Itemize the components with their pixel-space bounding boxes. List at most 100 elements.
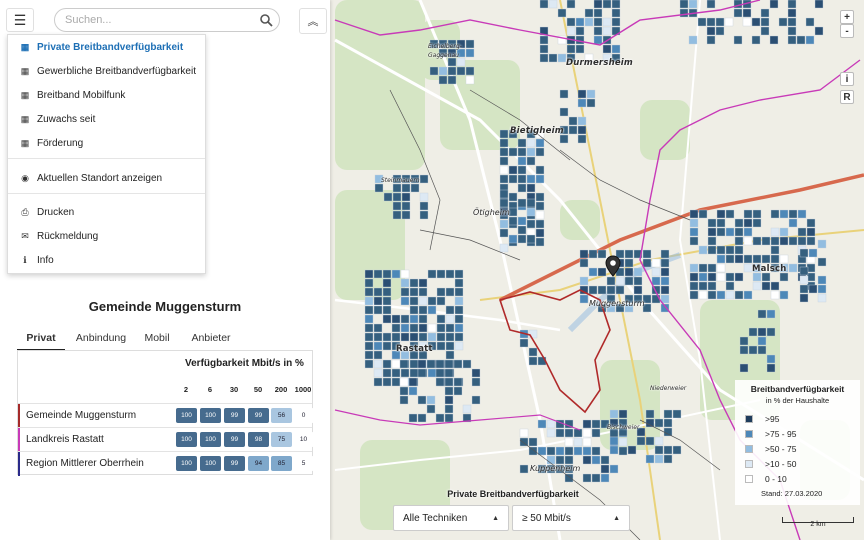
coverage-cell bbox=[761, 281, 771, 291]
coverage-cell bbox=[593, 35, 603, 45]
coverage-cell bbox=[399, 359, 409, 369]
search-input[interactable] bbox=[54, 8, 280, 32]
coverage-cell bbox=[611, 17, 621, 27]
tab-privat[interactable]: Privat bbox=[17, 327, 65, 351]
tab-anbindung[interactable]: Anbindung bbox=[69, 327, 133, 349]
zoom-out-button[interactable]: - bbox=[840, 24, 854, 38]
coverage-cell bbox=[806, 263, 816, 273]
coverage-cell bbox=[752, 236, 762, 246]
coverage-cell bbox=[624, 276, 634, 286]
coverage-cell bbox=[419, 201, 429, 211]
coverage-cell bbox=[391, 332, 401, 342]
coverage-cell bbox=[444, 404, 454, 414]
coverage-cell bbox=[444, 368, 454, 378]
coverage-cell bbox=[799, 248, 809, 258]
menu-item-label: Breitband Mobilfunk bbox=[37, 89, 126, 101]
menu-item-show-location[interactable]: ◉ Aktuellen Standort anzeigen bbox=[8, 167, 205, 189]
coverage-cell bbox=[418, 314, 428, 324]
coverage-cell bbox=[725, 272, 735, 282]
coverage-cell bbox=[770, 227, 780, 237]
menu-button[interactable]: ☰ bbox=[6, 8, 34, 32]
coverage-cell bbox=[426, 404, 436, 414]
menu-item-private-broadband[interactable]: ▦ Private Breitbandverfügbarkeit bbox=[8, 36, 205, 58]
coverage-cell bbox=[779, 272, 789, 282]
value-cell: 85 bbox=[271, 456, 292, 471]
menu-item-funding[interactable]: ▦ Förderung bbox=[8, 132, 205, 154]
coverage-cell bbox=[642, 249, 652, 259]
value-cell: 100 bbox=[176, 456, 197, 471]
coverage-cell bbox=[743, 254, 753, 264]
coverage-cell bbox=[548, 53, 558, 63]
coverage-cell bbox=[400, 332, 410, 342]
coverage-cell bbox=[808, 284, 818, 294]
coverage-cell bbox=[672, 445, 682, 455]
menu-item-mobile-broadband[interactable]: ▦ Breitband Mobilfunk bbox=[8, 84, 205, 106]
menu-item-growth[interactable]: ▦ Zuwachs seit bbox=[8, 108, 205, 130]
coverage-cell bbox=[546, 455, 556, 465]
coverage-cell bbox=[539, 53, 549, 63]
coverage-cell bbox=[417, 413, 427, 423]
search-icon[interactable] bbox=[259, 13, 273, 27]
row-color-bar bbox=[18, 428, 20, 452]
coverage-cell bbox=[761, 236, 771, 246]
coverage-cell bbox=[364, 323, 374, 333]
coverage-cell bbox=[364, 350, 374, 360]
coverage-cell bbox=[757, 327, 767, 337]
menu-item-info[interactable]: ℹ Info bbox=[8, 249, 205, 271]
tab-anbieter[interactable]: Anbieter bbox=[183, 327, 239, 349]
coverage-cell bbox=[374, 183, 384, 193]
coverage-cell bbox=[559, 107, 569, 117]
coverage-cell bbox=[499, 165, 509, 175]
coverage-cell bbox=[418, 332, 428, 342]
coverage-cell bbox=[584, 8, 594, 18]
info-button[interactable]: i bbox=[840, 72, 854, 86]
location-pin-icon[interactable] bbox=[605, 255, 621, 277]
coverage-cell bbox=[391, 368, 401, 378]
technology-select[interactable]: Alle Techniken ▲ bbox=[393, 505, 509, 531]
coverage-cell bbox=[417, 359, 427, 369]
coverage-cell bbox=[417, 395, 427, 405]
coverage-cell bbox=[761, 272, 771, 282]
coverage-cell bbox=[787, 35, 797, 45]
zoom-in-button[interactable]: + bbox=[840, 10, 854, 24]
coverage-cell bbox=[417, 368, 427, 378]
coverage-cell bbox=[602, 26, 612, 36]
coverage-cell bbox=[444, 386, 454, 396]
menu-item-feedback[interactable]: ✉ Rückmeldung bbox=[8, 225, 205, 247]
row-name: Landkreis Rastatt bbox=[26, 434, 104, 445]
menu-item-commercial-broadband[interactable]: ▦ Gewerbliche Breitbandverfügbarkeit bbox=[8, 60, 205, 82]
coverage-cell bbox=[382, 305, 392, 315]
tab-mobil[interactable]: Mobil bbox=[137, 327, 177, 349]
coverage-cell bbox=[743, 218, 753, 228]
coverage-cell bbox=[409, 278, 419, 288]
coverage-cell bbox=[391, 269, 401, 279]
coverage-cell bbox=[575, 26, 585, 36]
coverage-cell bbox=[715, 17, 725, 27]
coverage-cell bbox=[555, 455, 565, 465]
coverage-cell bbox=[445, 350, 455, 360]
coverage-cell bbox=[409, 323, 419, 333]
coverage-cell bbox=[577, 98, 587, 108]
menu-item-print[interactable]: ⎙ Drucken bbox=[8, 201, 205, 223]
collapse-button[interactable]: ︽ bbox=[299, 8, 327, 34]
print-icon: ⎙ bbox=[21, 206, 29, 217]
coverage-cell bbox=[645, 436, 655, 446]
menu-item-label: Private Breitbandverfügbarkeit bbox=[37, 41, 184, 53]
speed-select[interactable]: ≥ 50 Mbit/s ▲ bbox=[512, 505, 630, 531]
coverage-cell bbox=[757, 345, 767, 355]
coverage-cell bbox=[698, 245, 708, 255]
coverage-cell bbox=[438, 66, 448, 76]
coverage-cell bbox=[618, 446, 628, 456]
coverage-cell bbox=[427, 368, 437, 378]
coverage-cell bbox=[409, 287, 419, 297]
coverage-cell bbox=[508, 216, 518, 226]
coverage-cell bbox=[600, 455, 610, 465]
coverage-cell bbox=[654, 418, 664, 428]
place-label: Bischweier bbox=[607, 424, 640, 431]
coverage-cell bbox=[535, 228, 545, 238]
reset-button[interactable]: R bbox=[840, 90, 854, 104]
scale-bar: 2 km bbox=[782, 517, 854, 528]
table-row: Landkreis Rastatt 100 100 99 98 75 10 bbox=[18, 427, 314, 452]
coverage-cell bbox=[564, 455, 574, 465]
coverage-cell bbox=[615, 285, 625, 295]
